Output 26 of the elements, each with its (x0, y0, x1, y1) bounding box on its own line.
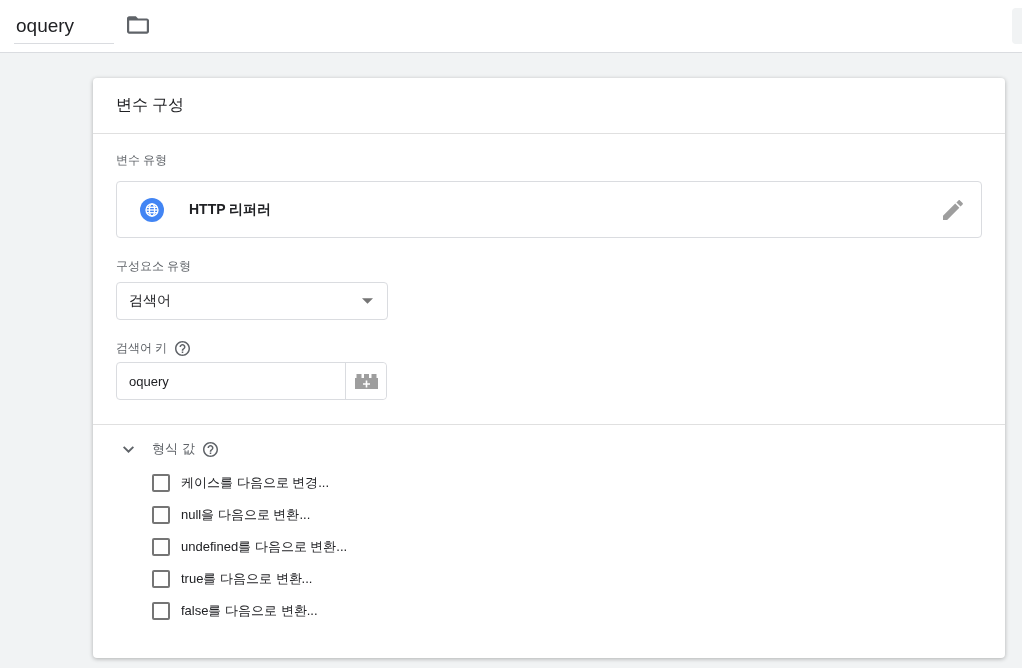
field-label: 검색어 키 (116, 340, 168, 356)
help-icon[interactable] (175, 340, 191, 356)
checkbox[interactable] (152, 474, 170, 492)
card-title: 변수 구성 (93, 78, 1005, 134)
chevron-icon[interactable] (123, 445, 134, 453)
checkbox[interactable] (152, 570, 170, 588)
checkbox[interactable] (152, 602, 170, 620)
option-label: true를 다음으로 변환... (181, 570, 313, 588)
name-field[interactable]: oquery (14, 12, 114, 44)
option-label: 케이스를 다음으로 변경... (181, 474, 330, 492)
variable-type-name: HTTP 리퍼러 (189, 200, 272, 219)
variable-type-selector[interactable]: HTTP 리퍼러 (116, 181, 982, 238)
option-label: false를 다음으로 변환... (181, 602, 318, 620)
checkbox[interactable] (152, 506, 170, 524)
field-label: 구성요소 유형 (116, 258, 192, 274)
pencil-icon[interactable] (943, 199, 963, 220)
checkbox[interactable] (152, 538, 170, 556)
section-label: 형식 값 (152, 440, 195, 458)
option-label: null을 다음으로 변환... (181, 506, 311, 524)
help-icon[interactable] (202, 441, 218, 457)
option-label: undefined를 다음으로 변환... (181, 538, 348, 556)
globe-icon (140, 197, 164, 222)
component-type-dropdown[interactable]: 검색어 (116, 282, 388, 320)
caret-icon (362, 298, 373, 304)
field-label: 변수 유형 (116, 152, 168, 168)
folder-icon[interactable] (127, 14, 149, 36)
